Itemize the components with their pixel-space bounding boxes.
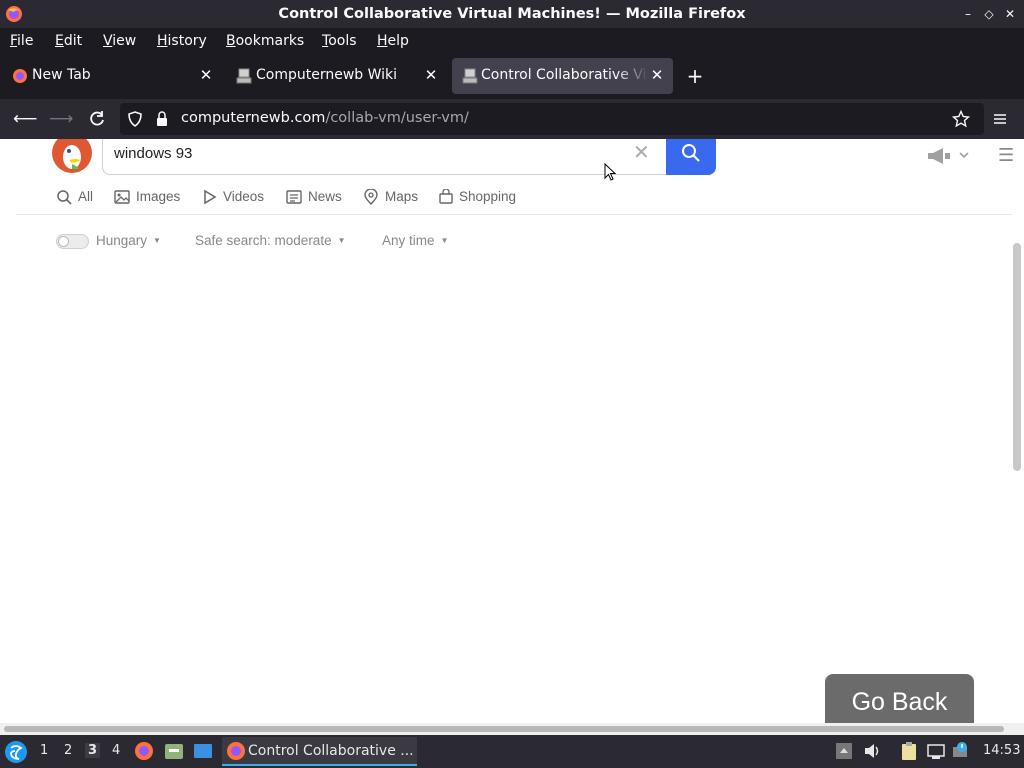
tab-label: Control Collaborative Virt <box>481 67 649 83</box>
map-pin-icon <box>364 189 378 205</box>
start-menu-icon[interactable] <box>4 740 28 764</box>
window-title: Control Collaborative Virtual Machines! … <box>278 6 746 22</box>
close-window-button[interactable]: ✕ <box>1001 5 1019 23</box>
new-tab-button[interactable]: + <box>684 66 706 88</box>
taskbar-task-firefox[interactable]: Control Collaborative ... <box>222 737 417 766</box>
time-dropdown[interactable]: Any time ▼ <box>382 233 448 248</box>
menu-edit[interactable]: Edit <box>55 33 82 49</box>
shopping-bag-icon <box>439 189 453 204</box>
menu-history[interactable]: History <box>157 33 207 49</box>
duck-icon <box>53 139 91 172</box>
clock: 14:53 <box>983 743 1021 758</box>
network-icon[interactable] <box>926 741 946 761</box>
navigation-toolbar: ⟵ ⟶ computernewb.com/collab-vm/user-vm/ <box>0 99 1024 139</box>
verticals-divider <box>16 214 1012 215</box>
image-icon <box>114 190 130 204</box>
tab-control-collaborative[interactable]: Control Collaborative Virt ✕ <box>452 58 673 94</box>
search-icon <box>57 190 72 205</box>
go-back-button[interactable]: Go Back <box>825 674 974 723</box>
url-text[interactable]: computernewb.com/collab-vm/user-vm/ <box>181 110 469 126</box>
caret-down-icon: ▼ <box>440 236 449 245</box>
computernewb-icon <box>462 68 478 84</box>
play-icon <box>204 189 217 205</box>
back-icon[interactable]: ⟵ <box>13 108 37 130</box>
region-toggle[interactable] <box>56 234 89 249</box>
tray-arrow-icon[interactable] <box>834 741 854 761</box>
task-label: Control Collaborative ... <box>248 743 414 759</box>
forward-icon[interactable]: ⟶ <box>49 108 73 130</box>
menu-file[interactable]: File <box>10 33 33 49</box>
menu-tools[interactable]: Tools <box>322 33 357 49</box>
window-titlebar: Control Collaborative Virtual Machines! … <box>0 0 1024 28</box>
close-tab-icon[interactable]: ✕ <box>422 66 440 84</box>
app-menu-icon[interactable] <box>989 108 1011 130</box>
menu-view[interactable]: View <box>103 33 136 49</box>
clipboard-icon[interactable] <box>899 741 919 761</box>
toggle-knob <box>58 236 69 247</box>
megaphone-icon[interactable] <box>926 147 970 165</box>
tab-new-tab[interactable]: New Tab ✕ <box>2 58 222 94</box>
workspace-2[interactable]: 2 <box>64 743 72 758</box>
bookmark-star-icon[interactable] <box>952 110 970 128</box>
page-content: windows 93 ✕ ☰ All Images Videos News Ma… <box>0 139 1024 723</box>
lock-icon[interactable] <box>155 111 169 127</box>
vertical-scrollbar[interactable] <box>1013 243 1021 471</box>
close-tab-icon[interactable]: ✕ <box>648 66 666 84</box>
region-dropdown[interactable]: Hungary ▼ <box>96 233 161 248</box>
tab-label: Computernewb Wiki <box>256 67 398 83</box>
minimize-button[interactable]: – <box>959 5 977 23</box>
mouse-cursor-icon <box>604 163 616 181</box>
restore-button[interactable]: ◇ <box>980 5 998 23</box>
menu-help[interactable]: Help <box>377 33 409 49</box>
search-icon <box>682 144 700 162</box>
notification-icon[interactable] <box>952 741 972 761</box>
shield-icon[interactable] <box>127 111 143 127</box>
caret-down-icon: ▼ <box>153 236 161 245</box>
caret-down-icon: ▼ <box>337 236 346 245</box>
duckduckgo-logo[interactable] <box>52 139 92 173</box>
menu-bookmarks[interactable]: Bookmarks <box>226 33 304 49</box>
firefox-icon <box>227 742 245 760</box>
newspaper-icon <box>286 190 302 204</box>
clear-search-icon[interactable]: ✕ <box>633 140 650 164</box>
volume-icon[interactable] <box>862 741 882 761</box>
workspace-1[interactable]: 1 <box>40 743 48 758</box>
url-bar[interactable]: computernewb.com/collab-vm/user-vm/ <box>120 103 984 135</box>
tab-computernewb-wiki[interactable]: Computernewb Wiki ✕ <box>226 58 448 94</box>
safe-search-dropdown[interactable]: Safe search: moderate ▼ <box>195 233 346 248</box>
search-button[interactable] <box>666 139 716 175</box>
tab-label: New Tab <box>32 67 91 83</box>
search-box: windows 93 ✕ <box>102 139 716 175</box>
close-tab-icon[interactable]: ✕ <box>197 66 215 84</box>
workspace-4[interactable]: 4 <box>112 743 120 758</box>
reload-icon[interactable] <box>86 108 108 130</box>
workspace-3[interactable]: 3 <box>85 743 101 758</box>
firefox-icon <box>13 69 27 83</box>
menubar: File Edit View History Bookmarks Tools H… <box>0 28 1024 55</box>
taskbar: 1 2 3 4 Control Collaborative ... 14:53 <box>0 735 1024 768</box>
hamburger-menu-icon[interactable]: ☰ <box>998 145 1014 166</box>
horizontal-scrollbar[interactable] <box>0 723 1024 735</box>
search-input[interactable]: windows 93 <box>114 145 192 162</box>
desktop-icon[interactable] <box>193 741 213 761</box>
computernewb-icon <box>236 68 252 84</box>
tab-strip: New Tab ✕ Computernewb Wiki ✕ Control Co… <box>0 55 1024 99</box>
horizontal-scrollbar-thumb[interactable] <box>4 726 1004 732</box>
firefox-launcher-icon[interactable] <box>134 741 154 761</box>
file-manager-icon[interactable] <box>164 741 184 761</box>
